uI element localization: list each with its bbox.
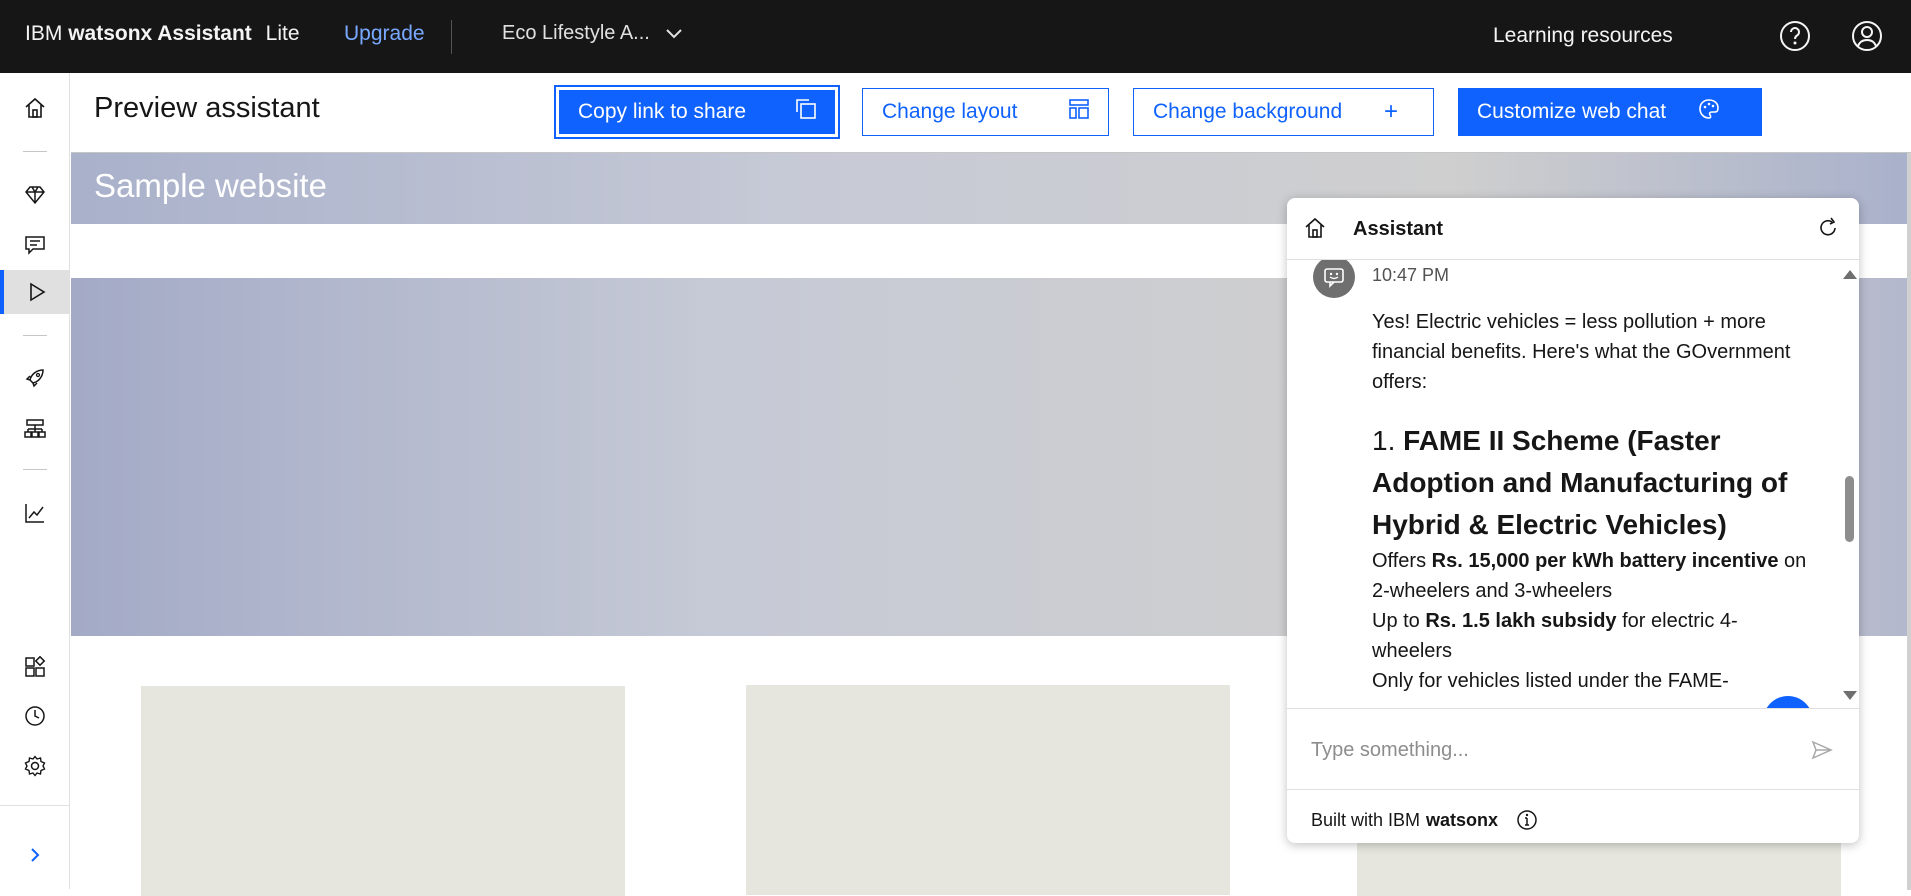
expand-chevron-icon[interactable]	[0, 833, 70, 877]
copy-link-button[interactable]: Copy link to share	[554, 85, 840, 139]
message-timestamp: 10:47 PM	[1372, 265, 1450, 285]
analytics-icon[interactable]	[0, 491, 70, 535]
upgrade-link[interactable]: Upgrade	[344, 22, 425, 46]
site-border	[1907, 153, 1911, 890]
heading-number: 1.	[1372, 425, 1396, 456]
publish-rocket-icon[interactable]	[0, 356, 70, 400]
line-text: Offers	[1372, 550, 1432, 572]
message-heading: 1. FAME II Scheme (Faster Adoption and M…	[1372, 420, 1817, 546]
message-line: Only for vehicles listed under the FAME-	[1372, 670, 1729, 692]
chat-header: Assistant	[1287, 198, 1859, 260]
chat-footer: Built with IBM watsonx	[1311, 809, 1538, 831]
scroll-thumb[interactable]	[1845, 476, 1854, 542]
line-text: Up to	[1372, 610, 1426, 632]
home-icon[interactable]	[0, 86, 70, 130]
chat-title: Assistant	[1353, 218, 1444, 240]
settings-icon[interactable]	[0, 744, 70, 788]
message-line: Up to Rs. 1.5 lakh subsidy for electric …	[1372, 606, 1817, 666]
copy-icon	[795, 98, 817, 126]
info-icon[interactable]	[1516, 809, 1538, 831]
change-background-label: Change background	[1153, 100, 1343, 123]
chat-scrollbar[interactable]	[1843, 270, 1857, 700]
scroll-down-arrow[interactable]	[1843, 691, 1857, 700]
send-icon[interactable]	[1811, 739, 1833, 766]
brand-plan: Lite	[265, 22, 300, 45]
help-icon[interactable]	[1777, 18, 1813, 54]
history-icon[interactable]	[0, 694, 70, 738]
change-layout-label: Change layout	[882, 100, 1018, 123]
rail-divider	[0, 805, 70, 806]
bot-message: Yes! Electric vehicles = less pollution …	[1372, 307, 1817, 696]
chat-input[interactable]	[1309, 729, 1779, 771]
chat-messages[interactable]: 10:47 PM Yes! Electric vehicles = less p…	[1287, 260, 1859, 708]
message-intro: Yes! Electric vehicles = less pollution …	[1372, 311, 1791, 393]
add-icon: +	[1383, 98, 1398, 125]
assistant-switcher[interactable]: Eco Lifestyle A...	[502, 22, 682, 45]
brand-ibm: IBM	[25, 22, 63, 45]
brand-product: watsonx Assistant	[68, 22, 252, 45]
chat-home-icon[interactable]	[1304, 217, 1326, 244]
copy-link-label: Copy link to share	[578, 100, 747, 123]
top-divider	[451, 20, 452, 54]
chat-icon[interactable]	[0, 223, 70, 267]
learning-resources-link[interactable]: Learning resources	[1493, 24, 1673, 48]
user-avatar-icon[interactable]	[1849, 18, 1885, 54]
layout-icon	[1068, 98, 1090, 126]
bot-avatar	[1313, 260, 1355, 298]
product-brand[interactable]: IBM watsonx Assistant Lite	[25, 22, 300, 46]
change-layout-button[interactable]: Change layout	[862, 88, 1109, 136]
page-title: Preview assistant	[94, 92, 320, 124]
site-title: Sample website	[94, 167, 327, 204]
heading-text: FAME II Scheme (Faster Adoption and Manu…	[1372, 425, 1788, 540]
scroll-up-arrow[interactable]	[1843, 270, 1857, 279]
integrations-icon[interactable]	[0, 645, 70, 689]
line-bold: Rs. 1.5 lakh subsidy	[1425, 610, 1617, 632]
rail-divider	[23, 469, 47, 470]
customize-web-chat-button[interactable]: Customize web chat	[1458, 88, 1762, 136]
chevron-down-icon	[666, 22, 682, 45]
restart-icon[interactable]	[1817, 217, 1839, 244]
assistant-name: Eco Lifestyle A...	[502, 22, 650, 44]
top-nav-bar: IBM watsonx Assistant Lite Upgrade Eco L…	[0, 0, 1911, 73]
footer-text: Built with IBM	[1311, 809, 1421, 830]
customize-label: Customize web chat	[1477, 100, 1667, 123]
site-card	[746, 685, 1230, 895]
change-background-button[interactable]: Change background +	[1133, 88, 1434, 136]
chat-widget: Assistant 10:47 PM Yes! Electric vehicle…	[1287, 198, 1859, 843]
actions-diamond-icon[interactable]	[0, 173, 70, 217]
side-rail	[0, 73, 70, 889]
rail-divider	[23, 151, 47, 152]
rail-divider	[23, 335, 47, 336]
chat-input-area	[1287, 708, 1859, 790]
palette-icon	[1698, 98, 1720, 126]
preview-play-icon[interactable]	[0, 270, 70, 314]
help-button[interactable]: ?	[1763, 696, 1813, 708]
line-bold: Rs. 15,000 per kWh battery incentive	[1431, 550, 1779, 572]
environments-icon[interactable]	[0, 407, 70, 451]
message-line: Offers Rs. 15,000 per kWh battery incent…	[1372, 546, 1817, 606]
footer-brand: watsonx	[1426, 809, 1499, 830]
site-card	[141, 686, 625, 896]
